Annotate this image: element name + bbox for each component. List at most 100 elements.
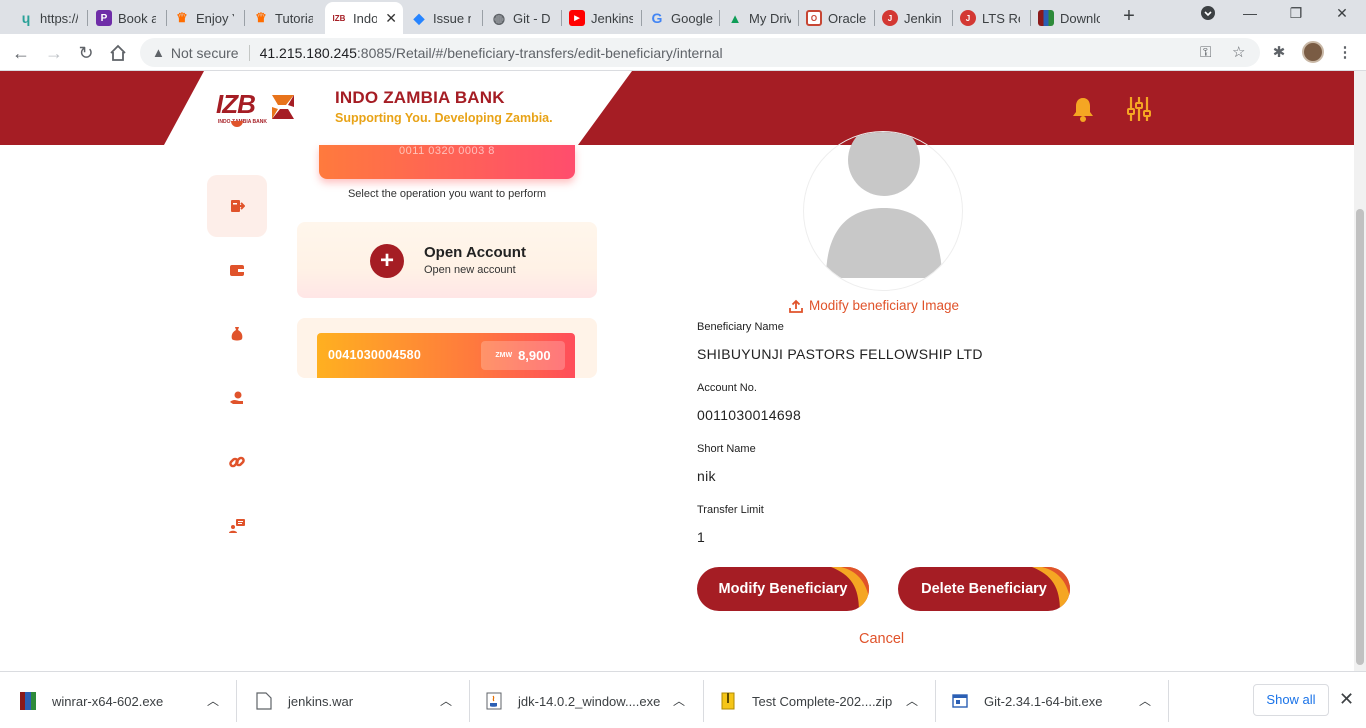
installer-icon <box>952 694 968 708</box>
rail-item-support[interactable] <box>207 367 267 429</box>
beneficiary-name-label: Beneficiary Name <box>697 321 784 333</box>
download-item[interactable]: jdk-14.0.2_window....exe <box>486 686 660 716</box>
rail-item-money-bag[interactable] <box>207 303 267 365</box>
rail-item-transfers[interactable] <box>207 175 267 237</box>
chevron-up-icon[interactable]: ︿ <box>673 692 685 709</box>
rail-item-links[interactable] <box>207 431 267 493</box>
key-icon[interactable]: ⚿ <box>1200 38 1211 67</box>
globe-icon: ◍ <box>492 9 506 26</box>
account-card-container: 0041030004580 ZMW 8,900 <box>297 318 597 378</box>
address-bar[interactable]: ▲ Not secure 41.215.180.245 :8085/Retail… <box>140 38 1260 67</box>
browser-tab[interactable]: ◍ Git - Do <box>485 4 557 32</box>
settings-sliders-icon[interactable] <box>1126 95 1152 123</box>
modify-image-link[interactable]: Modify beneficiary Image <box>789 298 959 313</box>
modify-beneficiary-button[interactable]: Modify Beneficiary <box>697 567 869 611</box>
download-item[interactable]: winrar-x64-602.exe <box>20 686 163 716</box>
url-path: :8085/Retail/#/beneficiary-transfers/edi… <box>356 44 723 61</box>
hand-user-icon <box>230 391 243 404</box>
browser-tab-strip: ɥ https:// P Book a ♛ Enjoy Y ♛ Tutorial… <box>0 0 1366 34</box>
back-arrow-icon[interactable]: ← <box>9 41 33 65</box>
java-icon <box>486 692 502 710</box>
youtube-icon: ▶ <box>569 10 585 26</box>
browser-tab[interactable]: Downlo <box>1032 4 1106 32</box>
browser-tab[interactable]: J Jenkins <box>876 4 948 32</box>
browser-tab[interactable]: ɥ https:// <box>12 4 84 32</box>
minimize-icon[interactable]: — <box>1238 5 1262 27</box>
account-number-value: 0011030014698 <box>697 407 802 423</box>
star-icon[interactable]: ☆ <box>1232 38 1245 67</box>
notification-bell-icon[interactable] <box>1070 95 1096 123</box>
app-header: IZB INDO ZAMBIA BANK INDO ZAMBIA BANK Su… <box>0 71 1354 145</box>
crown-icon: ♛ <box>176 10 188 25</box>
browser-tab[interactable]: ♛ Enjoy Y <box>168 4 240 32</box>
download-item[interactable]: Test Complete-202....zip <box>720 686 892 716</box>
rail-item-wallet[interactable] <box>207 239 267 301</box>
chevron-up-icon[interactable]: ︿ <box>207 692 219 709</box>
selected-account-card[interactable]: 0011 0320 0003 8 <box>319 145 575 179</box>
open-account-subtitle: Open new account <box>424 264 516 276</box>
delete-beneficiary-button[interactable]: Delete Beneficiary <box>898 567 1070 611</box>
forward-arrow-icon[interactable]: → <box>42 41 66 65</box>
browser-tab[interactable]: J LTS Rel <box>954 4 1026 32</box>
scrollbar-thumb[interactable] <box>1356 209 1364 665</box>
rail-item-chat[interactable] <box>207 495 267 557</box>
security-label: Not secure <box>170 44 239 61</box>
profile-avatar[interactable] <box>1302 41 1324 63</box>
transfer-icon <box>231 200 245 212</box>
money-bag-icon <box>231 327 243 341</box>
page-content: IZB INDO ZAMBIA BANK INDO ZAMBIA BANK Su… <box>0 71 1354 671</box>
tab-search-icon[interactable] <box>1196 5 1220 27</box>
rail-item-top[interactable] <box>207 121 267 151</box>
browser-toolbar: ← → ↻ ▲ Not secure 41.215.180.245 :8085/… <box>0 34 1366 71</box>
browser-tab[interactable]: ▶ Jenkins <box>563 4 639 32</box>
p-icon: P <box>96 10 112 26</box>
plus-icon: + <box>370 244 404 278</box>
zip-icon <box>721 692 735 710</box>
select-operation-text: Select the operation you want to perform <box>347 188 547 200</box>
beneficiary-name-value: SHIBUYUNJI PASTORS FELLOWSHIP LTD <box>697 346 983 362</box>
restore-icon[interactable]: ❐ <box>1284 5 1308 27</box>
winrar-icon <box>1038 10 1054 26</box>
open-account-card[interactable]: + Open Account Open new account <box>297 222 597 298</box>
file-icon <box>256 692 272 710</box>
new-tab-button[interactable]: + <box>1118 6 1140 28</box>
url-host: 41.215.180.245 <box>259 44 357 61</box>
close-window-icon[interactable]: ✕ <box>1330 5 1354 27</box>
warning-triangle-icon: ▲ <box>152 45 165 60</box>
extensions-puzzle-icon[interactable]: ✱ <box>1268 42 1290 64</box>
account-card[interactable]: 0041030004580 ZMW 8,900 <box>317 333 575 378</box>
close-download-bar-icon[interactable]: ✕ <box>1339 689 1354 710</box>
izb-logo-mark <box>272 95 294 119</box>
browser-tab-active[interactable]: IZB Indo ✕ <box>325 2 403 34</box>
chrome-menu-icon[interactable]: ⋮ <box>1334 42 1356 64</box>
browser-tab[interactable]: O Oracle <box>800 4 872 32</box>
chat-user-icon <box>229 519 245 533</box>
browser-tab[interactable]: ◆ Issue n <box>405 4 477 32</box>
browser-tab[interactable]: ♛ Tutorial <box>247 4 319 32</box>
jira-icon: ◆ <box>413 9 425 26</box>
close-tab-icon[interactable]: ✕ <box>385 10 397 27</box>
download-item[interactable]: jenkins.war <box>256 686 353 716</box>
download-bar: winrar-x64-602.exe ︿ jenkins.war ︿ jdk-1… <box>0 671 1366 728</box>
browser-tab[interactable]: P Book a <box>90 4 162 32</box>
browser-tab[interactable]: G Google <box>643 4 719 32</box>
wallet-icon <box>230 265 244 276</box>
reload-icon[interactable]: ↻ <box>74 41 98 65</box>
chevron-up-icon[interactable]: ︿ <box>906 692 918 709</box>
crown-icon: ♛ <box>255 10 267 25</box>
izb-icon: IZB <box>332 13 346 23</box>
card-number: 0011 0320 0003 8 <box>399 145 495 157</box>
currency-label: ZMW <box>495 352 513 359</box>
transfer-limit-value: 1 <box>697 529 706 545</box>
page-scrollbar[interactable] <box>1354 71 1366 671</box>
home-icon[interactable] <box>106 41 130 65</box>
open-account-title: Open Account <box>424 244 526 261</box>
user-silhouette-icon <box>826 132 942 278</box>
chevron-up-icon[interactable]: ︿ <box>1139 692 1151 709</box>
bank-name: INDO ZAMBIA BANK <box>335 88 505 107</box>
show-all-downloads-button[interactable]: Show all <box>1253 684 1329 716</box>
download-item[interactable]: Git-2.34.1-64-bit.exe <box>952 686 1103 716</box>
chevron-up-icon[interactable]: ︿ <box>440 692 452 709</box>
cancel-link[interactable]: Cancel <box>859 631 904 647</box>
browser-tab[interactable]: ▲ My Driv <box>721 4 797 32</box>
